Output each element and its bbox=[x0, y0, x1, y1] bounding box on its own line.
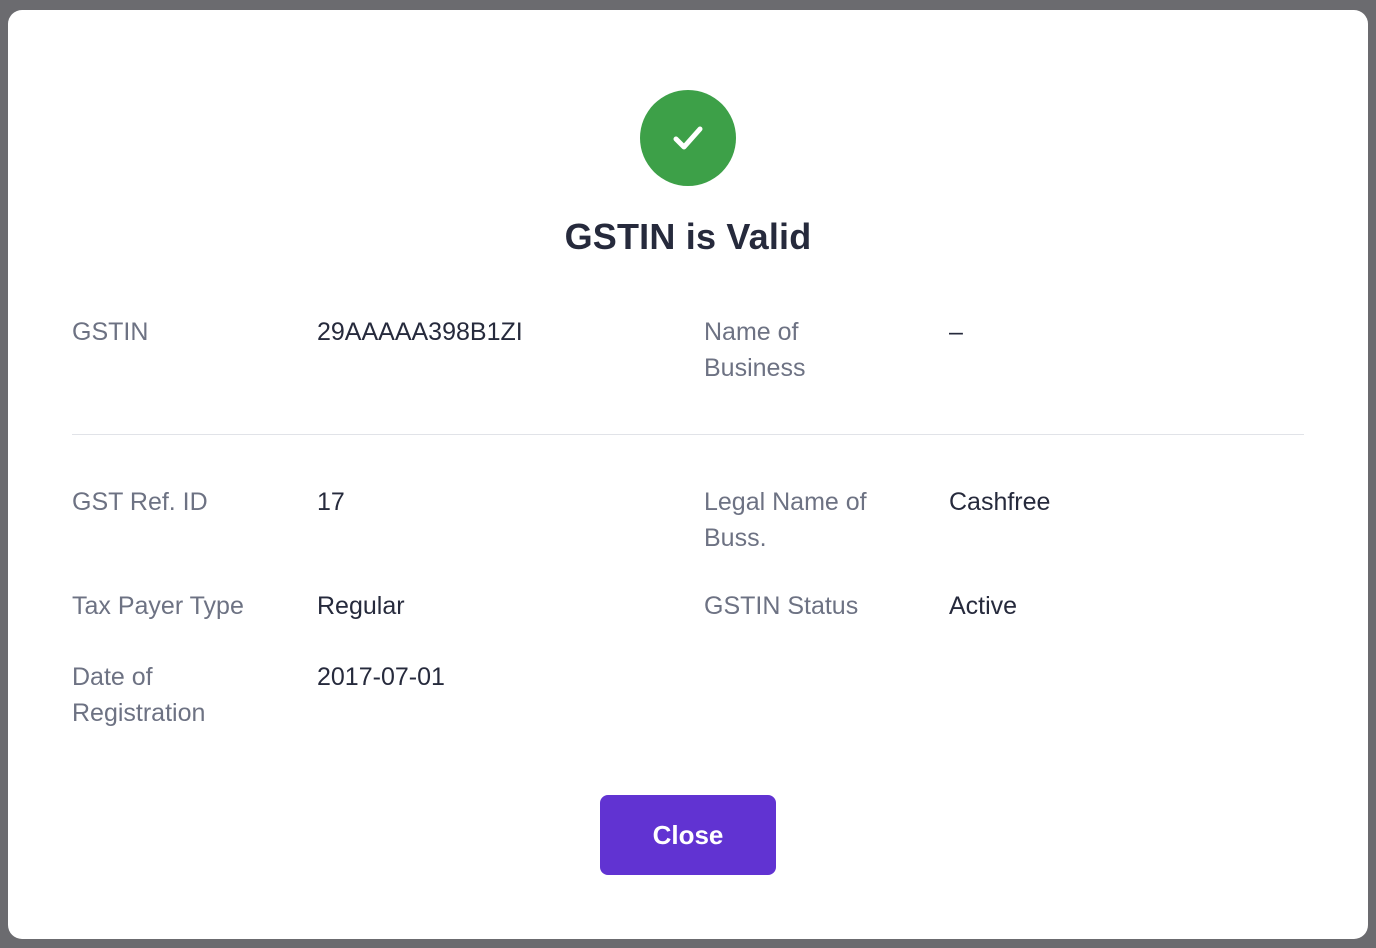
close-button[interactable]: Close bbox=[600, 795, 776, 875]
tax-payer-type-label: Tax Payer Type bbox=[72, 592, 244, 620]
gst-ref-id-value: 17 bbox=[317, 488, 345, 516]
section-divider bbox=[72, 434, 1304, 435]
gstin-status-value: Active bbox=[949, 592, 1018, 620]
business-name-value: – bbox=[949, 318, 963, 346]
legal-name-label: Legal Name of Buss. bbox=[704, 488, 867, 552]
business-name-label: Name of Business bbox=[704, 318, 806, 382]
registration-date-label: Date of Registration bbox=[72, 663, 206, 727]
gstin-verification-dialog: GSTIN is Valid GSTIN 29AAAAA398B1ZI Name… bbox=[8, 10, 1368, 939]
dialog-title: GSTIN is Valid bbox=[564, 216, 812, 257]
legal-name-value: Cashfree bbox=[949, 488, 1051, 516]
registration-date-value: 2017-07-01 bbox=[317, 663, 445, 691]
check-icon bbox=[668, 118, 708, 158]
tax-payer-type-value: Regular bbox=[317, 592, 405, 620]
gstin-label: GSTIN bbox=[72, 318, 149, 346]
gst-ref-id-label: GST Ref. ID bbox=[72, 488, 208, 516]
gstin-value: 29AAAAA398B1ZI bbox=[317, 318, 523, 346]
success-badge bbox=[640, 90, 736, 186]
gstin-status-label: GSTIN Status bbox=[704, 592, 859, 620]
